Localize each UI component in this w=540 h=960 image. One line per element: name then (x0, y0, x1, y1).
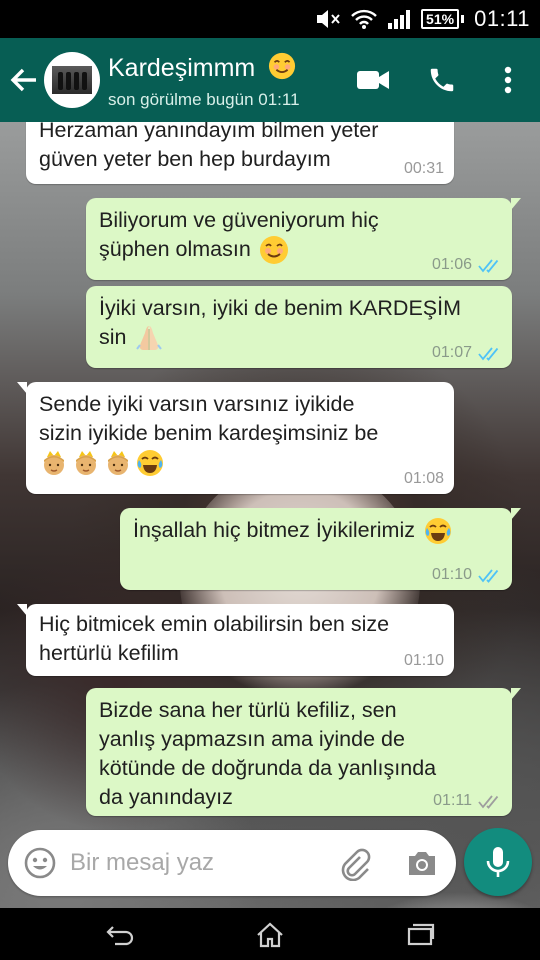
message-input[interactable] (70, 842, 320, 884)
message-outgoing[interactable]: İnşallah hiç bitmez İyikilerimiz 01:10 (120, 508, 521, 590)
princess-emoji (108, 451, 128, 476)
chat-header: Kardeşimmm son görülme bugün 01:11 (0, 38, 540, 122)
message-time: 01:10 (403, 652, 444, 669)
smiling-face-emoji (269, 52, 296, 80)
message-outgoing[interactable]: İyiki varsın, iyiki de benim KARDEŞİM si… (86, 286, 512, 368)
recents-icon[interactable] (400, 920, 440, 950)
attach-icon[interactable] (338, 847, 372, 882)
message-text: Herzaman yanındayım bilmen yeter güven y… (39, 122, 379, 171)
battery-icon: 51% (421, 9, 465, 29)
mute-icon (315, 8, 341, 30)
message-text: Sende iyiki varsın varsınız iyikide sizi… (39, 390, 378, 478)
princess-emoji (44, 451, 64, 476)
read-ticks-icon (478, 569, 499, 583)
status-bar: 51% 01:11 (0, 0, 540, 38)
phone-icon[interactable] (424, 62, 460, 98)
smiling-face-emoji (259, 236, 288, 265)
message-time: 01:10 (431, 566, 472, 583)
message-text: İnşallah hiç bitmez İyikilerimiz (133, 516, 453, 546)
battery-level: 51% (421, 9, 460, 29)
tears-of-joy-emoji (424, 518, 451, 545)
message-outgoing[interactable]: Bizde sana her türlü kefiliz, sen yanlış… (86, 688, 521, 816)
message-incoming[interactable]: Sende iyiki varsın varsınız iyikide sizi… (17, 382, 454, 494)
message-time: 01:06 (431, 256, 472, 273)
delivered-ticks-icon (478, 795, 499, 809)
tears-of-joy-emoji (137, 450, 163, 477)
back-arrow-icon[interactable] (8, 64, 40, 96)
mic-icon (486, 847, 510, 877)
system-nav-bar (0, 908, 540, 960)
signal-icon (387, 8, 411, 30)
message-text: İyiki varsın, iyiki de benim KARDEŞİM si… (99, 294, 461, 353)
message-composer (8, 830, 456, 896)
message-incoming[interactable]: Hiç bitmicek emin olabilirsin ben size h… (17, 604, 454, 676)
status-icons: 51% 01:11 (315, 6, 530, 32)
contact-name[interactable]: Kardeşimmm (108, 52, 296, 83)
message-incoming[interactable]: Herzaman yanındayım bilmen yeter güven y… (26, 122, 454, 184)
folded-hands-emoji (136, 326, 163, 351)
emoji-picker-icon[interactable] (24, 847, 56, 879)
read-ticks-icon (478, 259, 499, 273)
wifi-icon (351, 8, 377, 30)
home-icon[interactable] (250, 920, 290, 950)
contact-avatar[interactable] (44, 52, 100, 108)
last-seen: son görülme bugün 01:11 (108, 90, 300, 109)
chat-area[interactable]: Herzaman yanındayım bilmen yeter güven y… (0, 122, 540, 908)
message-time: 01:08 (403, 470, 444, 487)
message-time: 01:11 (433, 792, 472, 809)
message-outgoing[interactable]: Biliyorum ve güveniyorum hiç şüphen olma… (86, 198, 521, 280)
message-text: Hiç bitmicek emin olabilirsin ben size h… (39, 612, 390, 665)
status-time: 01:11 (474, 6, 530, 31)
message-text: Biliyorum ve güveniyorum hiç şüphen olma… (99, 206, 379, 265)
camera-icon[interactable] (406, 848, 438, 878)
voice-message-button[interactable] (464, 828, 532, 896)
princess-emoji (76, 451, 96, 476)
message-text: Bizde sana her türlü kefiliz, sen yanlış… (99, 698, 437, 809)
message-time: 01:07 (431, 344, 472, 361)
video-call-icon[interactable] (355, 62, 391, 98)
message-time: 00:31 (403, 160, 444, 177)
more-options-icon[interactable] (490, 62, 526, 98)
back-icon[interactable] (100, 920, 140, 950)
read-ticks-icon (478, 347, 499, 361)
contact-name-text: Kardeşimmm (108, 54, 256, 82)
